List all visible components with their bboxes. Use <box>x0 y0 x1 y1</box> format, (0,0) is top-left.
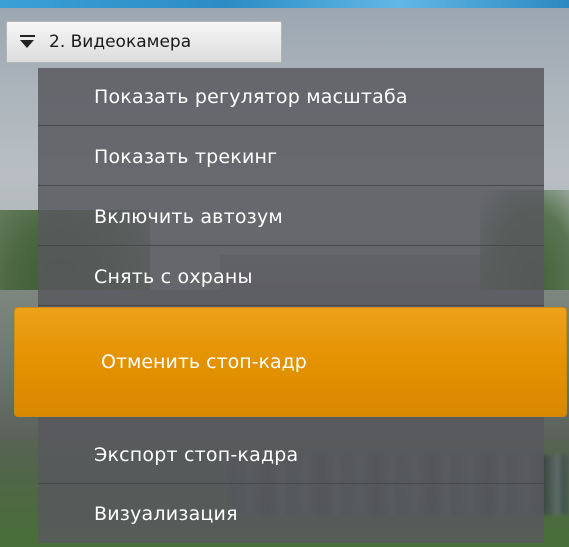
menu-item-label: Визуализация <box>94 502 238 525</box>
menu-item-disarm[interactable]: Снять с охраны <box>38 248 544 306</box>
camera-title: 2. Видеокамера <box>49 32 192 52</box>
menu-item-label: Отменить стоп-кадр <box>101 351 307 373</box>
menu-item-visualization[interactable]: Визуализация <box>38 484 544 543</box>
menu-item-show-tracking[interactable]: Показать трекинг <box>38 128 544 186</box>
camera-menu-button[interactable]: 2. Видеокамера <box>6 21 282 63</box>
menu-item-export-frame[interactable]: Экспорт стоп-кадра <box>38 426 544 484</box>
menu-item-label: Включить автозум <box>94 205 283 228</box>
menu-item-label: Снять с охраны <box>94 265 253 288</box>
menu-item-label: Показать регулятор масштаба <box>94 85 408 108</box>
menu-item-cancel-freeze-frame[interactable]: Отменить стоп-кадр <box>14 307 567 417</box>
dropdown-arrow-icon <box>19 34 37 50</box>
menu-item-label: Экспорт стоп-кадра <box>94 443 299 466</box>
menu-item-show-zoom-control[interactable]: Показать регулятор масштаба <box>38 68 544 126</box>
menu-item-enable-autozoom[interactable]: Включить автозум <box>38 188 544 246</box>
menu-item-label: Показать трекинг <box>94 145 278 168</box>
window-top-accent-bar <box>0 0 569 8</box>
camera-context-menu: Показать регулятор масштаба Показать тре… <box>38 68 544 543</box>
